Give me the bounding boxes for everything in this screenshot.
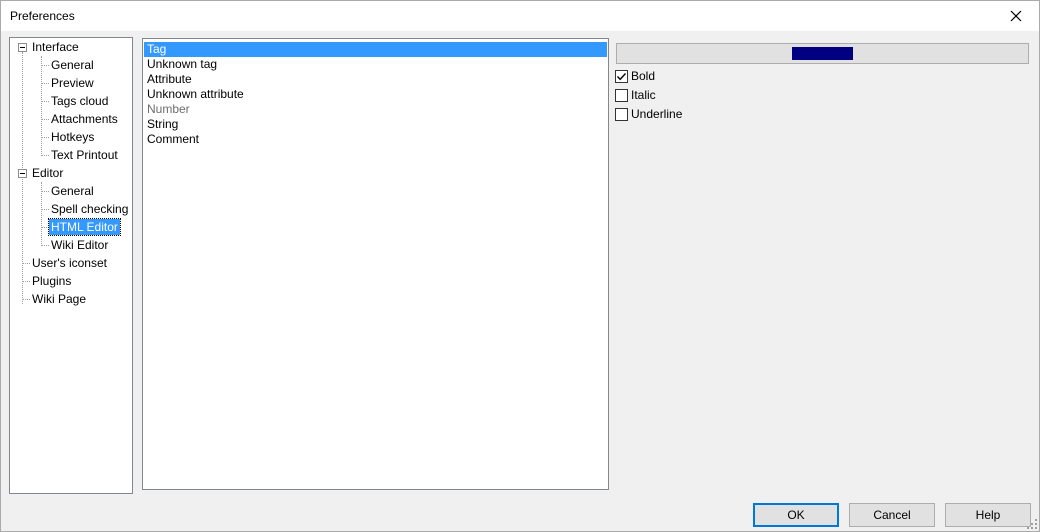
syntax-element-list[interactable]: Tag Unknown tag Attribute Unknown attrib… [142, 38, 609, 490]
tree-item-hotkeys[interactable]: Hotkeys [49, 128, 96, 146]
checkmark-icon [616, 72, 627, 80]
italic-label: Italic [631, 88, 656, 102]
tree-connector [41, 56, 42, 156]
tree-item-label: General [51, 58, 94, 72]
tree-connector [22, 281, 30, 282]
tree-item-label: Preview [51, 76, 94, 90]
cancel-button[interactable]: Cancel [849, 503, 935, 527]
tree-connector [41, 191, 49, 192]
title-bar[interactable]: Preferences [1, 1, 1039, 31]
close-button[interactable] [993, 1, 1039, 31]
tree-item-label: Text Printout [51, 148, 118, 162]
tree-connector [41, 65, 49, 66]
tree-item-editor-general[interactable]: General [49, 182, 96, 200]
tree-item-spell-checking[interactable]: Spell checking [49, 200, 130, 218]
tree-item-label: Spell checking [51, 202, 129, 216]
tree-item-label: Wiki Editor [51, 238, 109, 252]
tree-item-label: Hotkeys [51, 130, 95, 144]
tree-item-attachments[interactable]: Attachments [49, 110, 120, 128]
tree-connector [41, 245, 49, 246]
tree-item-users-iconset[interactable]: User's iconset [30, 254, 109, 272]
tree-connector [41, 83, 49, 84]
italic-checkbox-row[interactable]: Italic [615, 87, 656, 103]
tree-item-general[interactable]: General [49, 56, 96, 74]
tree-connector [41, 119, 49, 120]
tree-connector [22, 263, 30, 264]
color-swatch [792, 47, 853, 60]
color-picker-button[interactable] [616, 43, 1029, 64]
collapse-icon[interactable] [18, 43, 27, 52]
list-item-number[interactable]: Number [144, 102, 607, 117]
tree-item-label: General [51, 184, 94, 198]
close-icon [1010, 10, 1022, 22]
underline-checkbox[interactable] [615, 107, 628, 121]
tree-item-wiki-page[interactable]: Wiki Page [30, 290, 88, 308]
tree-item-label: Editor [32, 166, 64, 180]
tree-connector [22, 52, 23, 304]
tree-connector [41, 227, 49, 228]
list-item-unknown-tag[interactable]: Unknown tag [144, 57, 607, 72]
collapse-icon[interactable] [18, 169, 27, 178]
tree-item-label: Interface [32, 40, 79, 54]
preferences-dialog: Preferences Interface General Preview Ta… [0, 0, 1040, 532]
list-item-attribute[interactable]: Attribute [144, 72, 607, 87]
tree-item-tags-cloud[interactable]: Tags cloud [49, 92, 110, 110]
bold-checkbox[interactable] [615, 69, 628, 83]
tree-item-preview[interactable]: Preview [49, 74, 96, 92]
list-item-comment[interactable]: Comment [144, 132, 607, 147]
tree-item-wiki-editor[interactable]: Wiki Editor [49, 236, 110, 254]
bold-checkbox-row[interactable]: Bold [615, 68, 655, 84]
tree-item-text-printout[interactable]: Text Printout [49, 146, 120, 164]
tree-item-interface[interactable]: Interface [30, 38, 81, 56]
preferences-tree[interactable]: Interface General Preview Tags cloud Att… [9, 37, 133, 494]
tree-item-label: Attachments [51, 112, 118, 126]
tree-connector [41, 137, 49, 138]
window-title: Preferences [10, 9, 75, 23]
tree-connector [41, 101, 49, 102]
underline-label: Underline [631, 107, 683, 121]
tree-item-label: HTML Editor [48, 218, 121, 236]
ok-button[interactable]: OK [753, 503, 839, 527]
help-button[interactable]: Help [945, 503, 1031, 527]
tree-item-label: Wiki Page [32, 292, 87, 306]
tree-connector [22, 299, 30, 300]
tree-connector [41, 155, 49, 156]
tree-item-label: Tags cloud [51, 94, 109, 108]
bold-label: Bold [631, 69, 656, 83]
tree-item-html-editor[interactable]: HTML Editor [48, 218, 121, 236]
list-item-tag[interactable]: Tag [144, 42, 607, 57]
underline-checkbox-row[interactable]: Underline [615, 106, 682, 122]
tree-item-editor[interactable]: Editor [30, 164, 65, 182]
tree-item-label: Plugins [32, 274, 72, 288]
resize-grip-icon[interactable] [1027, 519, 1037, 529]
tree-item-plugins[interactable]: Plugins [30, 272, 73, 290]
tree-item-label: User's iconset [32, 256, 107, 270]
list-item-string[interactable]: String [144, 117, 607, 132]
tree-connector [41, 209, 49, 210]
list-item-unknown-attribute[interactable]: Unknown attribute [144, 87, 607, 102]
italic-checkbox[interactable] [615, 88, 628, 102]
